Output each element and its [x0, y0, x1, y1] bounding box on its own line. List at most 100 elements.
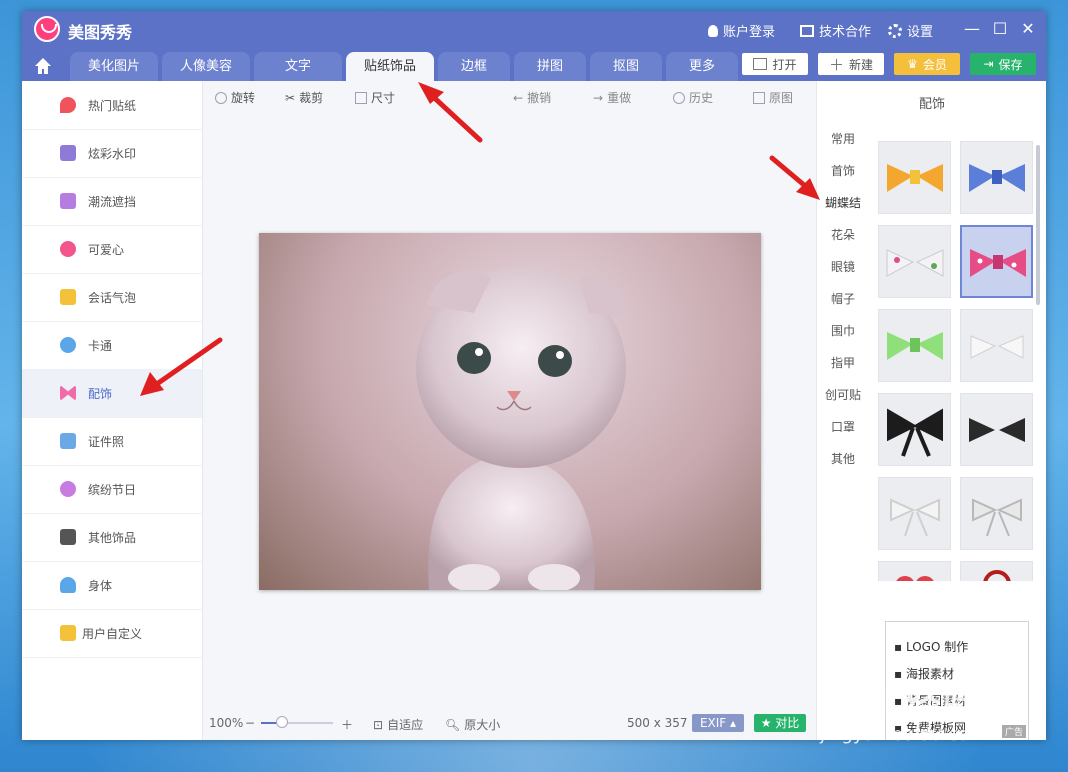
heart-icon: [60, 241, 76, 257]
sticker-scrollbar[interactable]: [1036, 145, 1040, 305]
tab-beautify[interactable]: 美化图片: [70, 52, 158, 81]
tab-more[interactable]: 更多: [666, 52, 738, 81]
tab-frame[interactable]: 边框: [438, 52, 510, 81]
category-hat[interactable]: 帽子: [823, 290, 863, 307]
edit-toolbar: 旋转 ✂ 裁剪 尺寸 ← 撤销 → 重做 历史 原图: [203, 81, 815, 111]
status-bar: 100% − ＋ ⊡ 自适应 🔍︎ 原大小 500 x 357 EXIF ▴ ★…: [203, 709, 815, 737]
sidebar-item-label: 卡通: [88, 338, 113, 353]
sticker-white-satin-bow[interactable]: [960, 309, 1033, 382]
clock-icon: [673, 91, 685, 104]
sticker-category-sidebar: 热门贴纸 炫彩水印 潮流遮挡 可爱心 会话气泡 卡通 配饰 证件照 缤纷节日 其…: [22, 81, 203, 740]
category-glasses[interactable]: 眼镜: [823, 258, 863, 275]
sidebar-item-watermark[interactable]: 炫彩水印: [22, 129, 202, 178]
sidebar-item-accessories[interactable]: 配饰: [22, 369, 202, 418]
panel-title: 配饰: [918, 97, 945, 112]
history-button[interactable]: 历史: [673, 89, 713, 106]
fit-button[interactable]: ⊡ 自适应: [373, 716, 423, 733]
sidebar-item-hot[interactable]: 热门贴纸: [22, 81, 202, 130]
sidebar-item-custom[interactable]: 用户自定义: [22, 609, 202, 658]
category-mask[interactable]: 口罩: [823, 418, 863, 435]
cooperation-link[interactable]: 技术合作: [800, 21, 871, 40]
category-common[interactable]: 常用: [823, 130, 863, 147]
minimize-icon[interactable]: —: [960, 17, 984, 41]
compare-label: 对比: [775, 716, 800, 730]
settings-link[interactable]: 设置: [888, 21, 933, 40]
sticker-orange-striped-bow[interactable]: [878, 141, 951, 214]
sidebar-item-label: 潮流遮挡: [88, 194, 137, 209]
sidebar-item-label: 身体: [88, 578, 113, 593]
tab-portrait[interactable]: 人像美容: [162, 52, 250, 81]
category-jewelry[interactable]: 首饰: [823, 162, 863, 179]
new-button[interactable]: ＋ 新建: [818, 53, 884, 75]
size-button[interactable]: 尺寸: [355, 89, 395, 106]
category-other[interactable]: 其他: [823, 450, 863, 467]
category-bandage[interactable]: 创可贴: [823, 386, 863, 403]
tab-collage[interactable]: 拼图: [514, 52, 586, 81]
sticker-black-bow-ribbon[interactable]: [878, 393, 951, 466]
close-icon[interactable]: ✕: [1016, 17, 1040, 41]
redo-button[interactable]: → 重做: [593, 89, 631, 106]
ad-line[interactable]: ▪ LOGO 制作: [894, 638, 968, 655]
history-label: 历史: [689, 91, 714, 105]
open-button[interactable]: 打开: [742, 53, 808, 75]
sidebar-item-festival[interactable]: 缤纷节日: [22, 465, 202, 514]
gear-icon: [888, 23, 902, 38]
save-button[interactable]: ⇥ 保存: [970, 53, 1036, 75]
sticker-blue-bow[interactable]: [960, 141, 1033, 214]
sticker-red-heart-bow[interactable]: [878, 561, 951, 581]
resize-icon: [355, 91, 367, 104]
sidebar-item-other[interactable]: 其他饰品: [22, 513, 202, 562]
category-scarf[interactable]: 围巾: [823, 322, 863, 339]
original-button[interactable]: 原图: [753, 89, 793, 106]
tab-text[interactable]: 文字: [254, 52, 342, 81]
zoom-in-button[interactable]: ＋: [341, 716, 353, 733]
zoom-out-button[interactable]: −: [245, 716, 255, 730]
category-bow[interactable]: 蝴蝶结: [823, 194, 863, 211]
app-logo-icon: [34, 16, 60, 42]
grid-icon: [60, 529, 76, 545]
actual-size-button[interactable]: 🔍︎ 原大小: [445, 716, 500, 733]
sticker-white-dotted-bow[interactable]: [878, 225, 951, 298]
maximize-icon[interactable]: ☐: [988, 17, 1012, 41]
home-button[interactable]: [30, 53, 56, 79]
original-label: 原图: [769, 91, 794, 105]
ad-tag: 广告: [1001, 725, 1026, 738]
sticker-silver-ribbon-bow[interactable]: [960, 477, 1033, 550]
login-link[interactable]: 账户登录: [708, 21, 775, 40]
sticker-pink-polka-bow[interactable]: [960, 225, 1033, 298]
zoom-slider-handle[interactable]: [276, 716, 288, 728]
sidebar-item-label: 会话气泡: [88, 290, 137, 305]
picture-icon: [753, 91, 765, 104]
sticker-white-ribbon-bow[interactable]: [878, 477, 951, 550]
monitor-icon: [800, 24, 814, 37]
person-icon: [60, 577, 76, 593]
sidebar-item-id-photo[interactable]: 证件照: [22, 417, 202, 466]
sticker-green-polka-bow[interactable]: [878, 309, 951, 382]
speech-bubble-icon: [60, 289, 76, 305]
sidebar-item-label: 热门贴纸: [88, 98, 137, 113]
settings-label: 设置: [907, 25, 934, 40]
sidebar-item-mask[interactable]: 潮流遮挡: [22, 177, 202, 226]
sticker-black-bow[interactable]: [960, 393, 1033, 466]
sticker-red-knot-bow[interactable]: [960, 561, 1033, 581]
user-icon: [708, 24, 718, 37]
cooperation-label: 技术合作: [819, 25, 872, 40]
category-nail[interactable]: 指甲: [823, 354, 863, 371]
sidebar-item-body[interactable]: 身体: [22, 561, 202, 610]
balloon-icon: [60, 481, 76, 497]
photo-canvas[interactable]: [259, 233, 761, 590]
compare-button[interactable]: ★ 对比: [754, 714, 806, 732]
category-flower[interactable]: 花朵: [823, 226, 863, 243]
vip-button[interactable]: ♛ 会员: [894, 53, 960, 75]
tab-stickers[interactable]: 贴纸饰品: [346, 52, 434, 81]
exif-button[interactable]: EXIF ▴: [692, 714, 744, 732]
sidebar-item-bubble[interactable]: 会话气泡: [22, 273, 202, 322]
undo-arrow-icon: ←: [513, 90, 524, 105]
crop-button[interactable]: ✂ 裁剪: [285, 89, 323, 106]
redo-arrow-icon: →: [593, 90, 604, 105]
tab-cutout[interactable]: 抠图: [590, 52, 662, 81]
rotate-button[interactable]: 旋转: [215, 89, 255, 106]
sidebar-item-cartoon[interactable]: 卡通: [22, 321, 202, 370]
sidebar-item-heart[interactable]: 可爱心: [22, 225, 202, 274]
undo-button[interactable]: ← 撤销: [513, 89, 551, 106]
